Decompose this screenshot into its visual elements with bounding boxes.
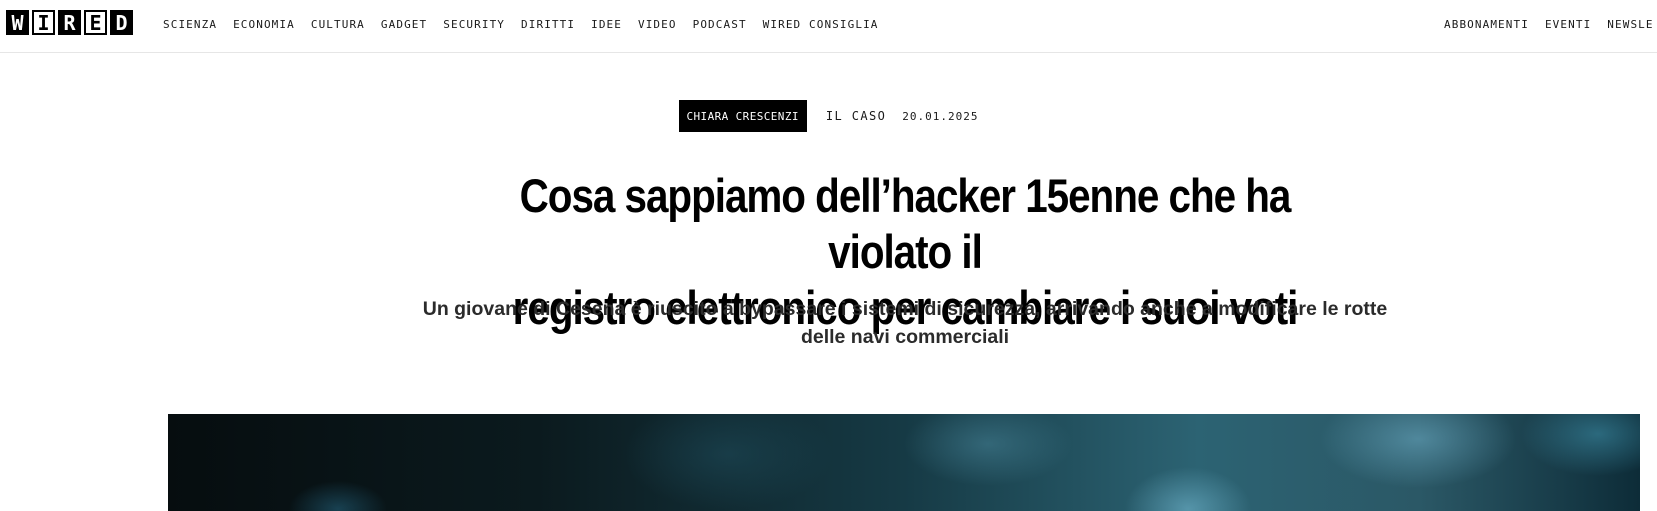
publish-date: 20.01.2025 bbox=[902, 109, 979, 123]
nav-item-newsletter[interactable]: NEWSLE bbox=[1607, 18, 1653, 31]
nav-item-gadget[interactable]: GADGET bbox=[381, 18, 427, 31]
logo-letter: E bbox=[84, 10, 107, 35]
nav-item-eventi[interactable]: EVENTI bbox=[1545, 18, 1591, 31]
nav-item-podcast[interactable]: PODCAST bbox=[693, 18, 747, 31]
nav-item-scienza[interactable]: SCIENZA bbox=[163, 18, 217, 31]
main-nav: SCIENZA ECONOMIA CULTURA GADGET SECURITY… bbox=[163, 18, 879, 31]
logo-letter: D bbox=[110, 10, 133, 35]
logo-letter: R bbox=[58, 10, 81, 35]
article-meta: CHIARA CRESCENZI IL CASO 20.01.2025 bbox=[0, 100, 1657, 132]
section-tag[interactable]: IL CASO bbox=[826, 109, 886, 123]
article-subtitle-line: Un giovane di Cesena è riuscito a bypass… bbox=[422, 298, 1388, 320]
nav-item-idee[interactable]: IDEE bbox=[591, 18, 622, 31]
article-subtitle: Un giovane di Cesena è riuscito a bypass… bbox=[420, 295, 1390, 351]
utility-nav: ABBONAMENTI EVENTI NEWSLE bbox=[1444, 18, 1654, 31]
nav-item-abbonamenti[interactable]: ABBONAMENTI bbox=[1444, 18, 1529, 31]
hero-image bbox=[168, 414, 1640, 511]
logo-letter: I bbox=[32, 10, 55, 35]
nav-item-video[interactable]: VIDEO bbox=[638, 18, 677, 31]
nav-item-security[interactable]: SECURITY bbox=[443, 18, 505, 31]
author-badge[interactable]: CHIARA CRESCENZI bbox=[678, 100, 807, 132]
nav-item-diritti[interactable]: DIRITTI bbox=[521, 18, 575, 31]
site-header: W I R E D SCIENZA ECONOMIA CULTURA GADGE… bbox=[0, 0, 1657, 53]
nav-item-economia[interactable]: ECONOMIA bbox=[233, 18, 295, 31]
article-subtitle-line: delle navi commerciali bbox=[800, 326, 1010, 348]
nav-item-cultura[interactable]: CULTURA bbox=[311, 18, 365, 31]
wired-logo[interactable]: W I R E D bbox=[6, 10, 133, 35]
article-title-line: Cosa sappiamo dell’hacker 15enne che ha … bbox=[519, 169, 1292, 278]
nav-item-wired-consiglia[interactable]: WIRED CONSIGLIA bbox=[763, 18, 879, 31]
logo-letter: W bbox=[6, 10, 29, 35]
